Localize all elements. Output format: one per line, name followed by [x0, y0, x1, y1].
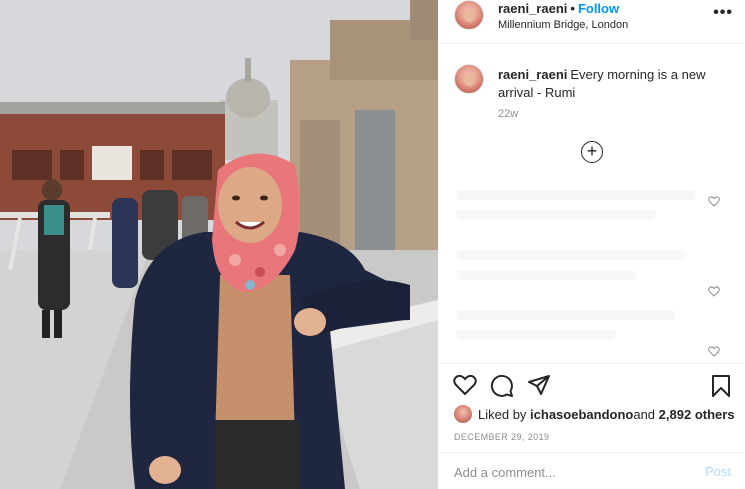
- liker-username[interactable]: ichasoebandono: [530, 407, 633, 422]
- comments-list: [446, 180, 736, 360]
- photo-illustration: [0, 0, 438, 489]
- heart-icon[interactable]: [453, 374, 477, 396]
- add-comment-section: Post: [438, 452, 745, 489]
- blurred-comments: [446, 180, 736, 360]
- bookmark-icon[interactable]: [711, 374, 731, 398]
- author-info: raeni_raeni • Follow Millennium Bridge, Lo…: [498, 1, 628, 31]
- comment-like-heart-icon[interactable]: [708, 286, 720, 297]
- more-options-icon[interactable]: •••: [713, 4, 733, 22]
- paper-plane-icon[interactable]: [527, 374, 551, 396]
- comment-icon[interactable]: [490, 374, 514, 398]
- separator-dot: •: [570, 1, 575, 16]
- likes-middle: and: [633, 406, 656, 422]
- likes-count[interactable]: 2,892 others: [659, 407, 735, 422]
- author-line: raeni_raeni • Follow: [498, 1, 628, 16]
- caption-username[interactable]: raeni_raeni: [498, 67, 567, 82]
- follow-button[interactable]: Follow: [578, 1, 619, 16]
- likes-summary[interactable]: Liked by ichasoebandono and 2,892 others: [454, 405, 735, 423]
- post-date[interactable]: DECEMBER 29, 2019: [454, 432, 549, 442]
- post-header: raeni_raeni • Follow Millennium Bridge, Lo…: [438, 0, 745, 44]
- action-bar: [438, 363, 745, 403]
- post-comment-button[interactable]: Post: [705, 464, 731, 479]
- caption-body: raeni_raeni Every morning is a new arriva…: [498, 66, 738, 102]
- comment-like-heart-icon[interactable]: [708, 346, 720, 357]
- comment-input[interactable]: [454, 463, 684, 481]
- author-username[interactable]: raeni_raeni: [498, 1, 567, 16]
- post-details-panel: raeni_raeni • Follow Millennium Bridge, Lo…: [438, 0, 745, 489]
- load-more-comments-icon[interactable]: +: [581, 141, 603, 163]
- post-photo[interactable]: [0, 0, 438, 489]
- author-avatar[interactable]: [454, 0, 484, 30]
- caption-time[interactable]: 22w: [498, 108, 518, 120]
- comment-like-heart-icon[interactable]: [708, 196, 720, 207]
- caption-avatar[interactable]: [454, 64, 484, 94]
- location-link[interactable]: Millennium Bridge, London: [498, 19, 628, 31]
- likes-prefix: Liked by: [478, 406, 527, 422]
- liker-avatar: [454, 405, 472, 423]
